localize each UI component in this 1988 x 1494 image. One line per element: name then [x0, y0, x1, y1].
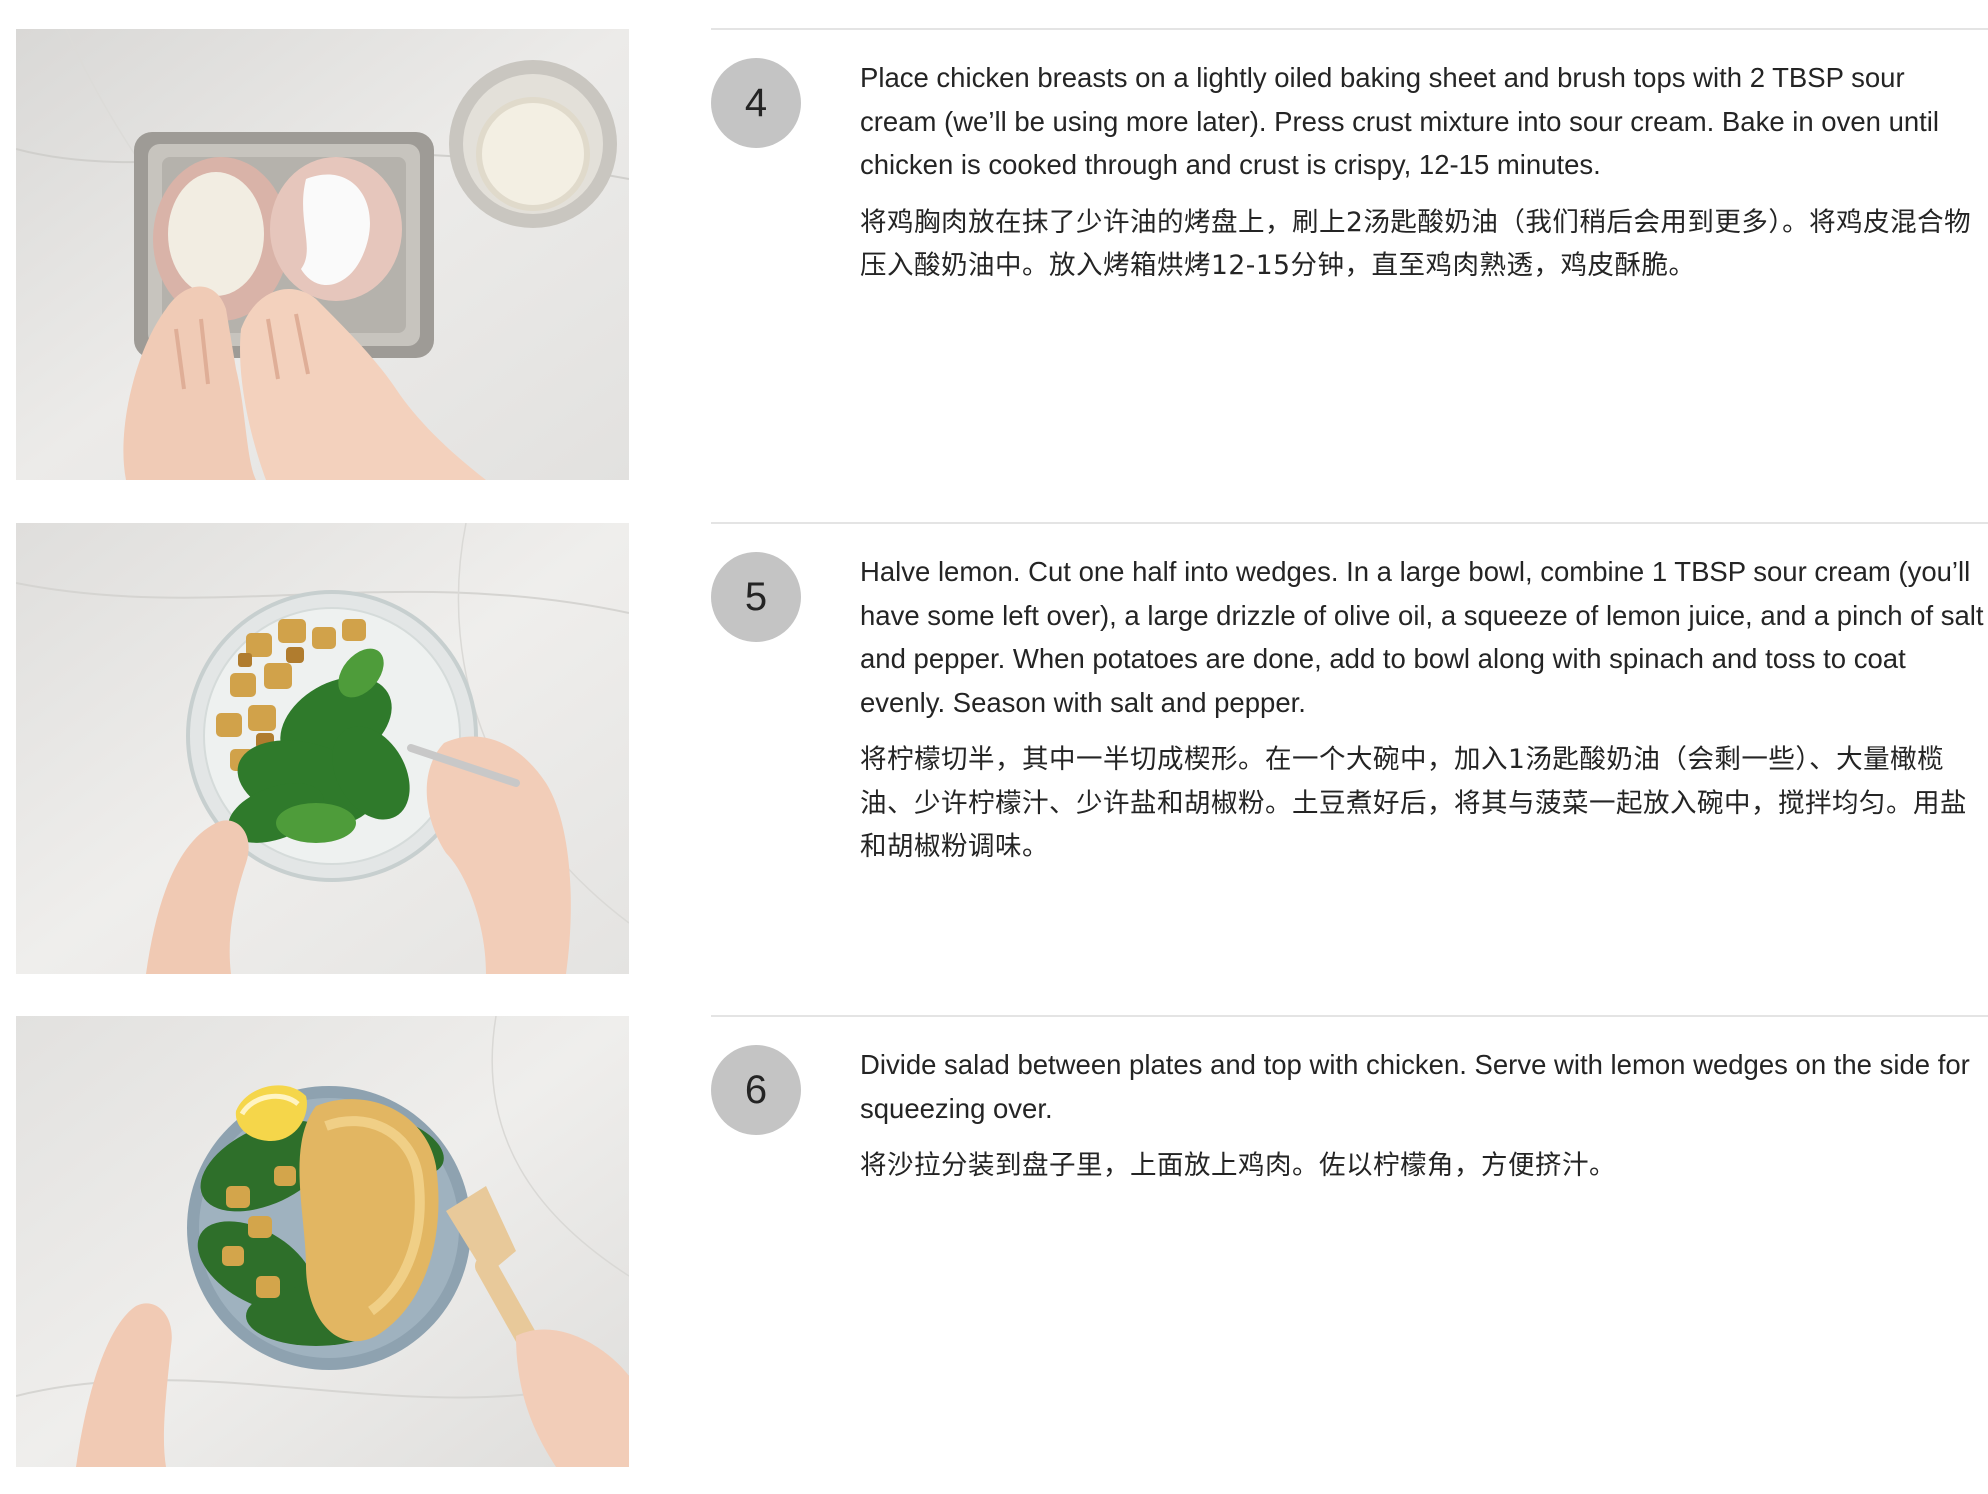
step-instruction-chinese: 将鸡胸肉放在抹了少许油的烤盘上，刷上2汤匙酸奶油（我们稍后会用到更多）。将鸡皮混…: [860, 206, 1972, 282]
recipe-step-4: 4 Place chicken breasts on a lightly oil…: [0, 28, 1988, 480]
step-number-badge: 5: [711, 552, 801, 642]
step-number-badge: 4: [711, 58, 801, 148]
recipe-step-5: 5 Halve lemon. Cut one half into wedges.…: [0, 522, 1988, 974]
step-4-photo: [16, 29, 629, 480]
step-instructions: Place chicken breasts on a lightly oiled…: [860, 56, 1985, 288]
step-instruction-english: Halve lemon. Cut one half into wedges. I…: [860, 556, 1984, 718]
step-number-badge: 6: [711, 1045, 801, 1135]
step-instruction-chinese: 将沙拉分装到盘子里，上面放上鸡肉。佐以柠檬角，方便挤汁。: [860, 1150, 1616, 1181]
photo-potato-spinach-salad-bowl-icon: [16, 523, 629, 974]
step-instructions: Halve lemon. Cut one half into wedges. I…: [860, 550, 1985, 869]
step-instructions: Divide salad between plates and top with…: [860, 1043, 1985, 1188]
step-instruction-english: Divide salad between plates and top with…: [860, 1049, 1970, 1124]
photo-plated-chicken-salad-icon: [16, 1016, 629, 1467]
step-divider: [711, 1015, 1988, 1017]
step-instruction-english: Place chicken breasts on a lightly oiled…: [860, 62, 1940, 180]
recipe-step-6: 6 Divide salad between plates and top wi…: [0, 1015, 1988, 1467]
step-instruction-chinese: 将柠檬切半，其中一半切成楔形。在一个大碗中，加入1汤匙酸奶油（会剩一些）、大量橄…: [860, 744, 1967, 862]
step-divider: [711, 522, 1988, 524]
step-5-photo: [16, 523, 629, 974]
step-divider: [711, 28, 1988, 30]
step-6-photo: [16, 1016, 629, 1467]
photo-sour-cream-crust-chicken-icon: [16, 29, 629, 480]
